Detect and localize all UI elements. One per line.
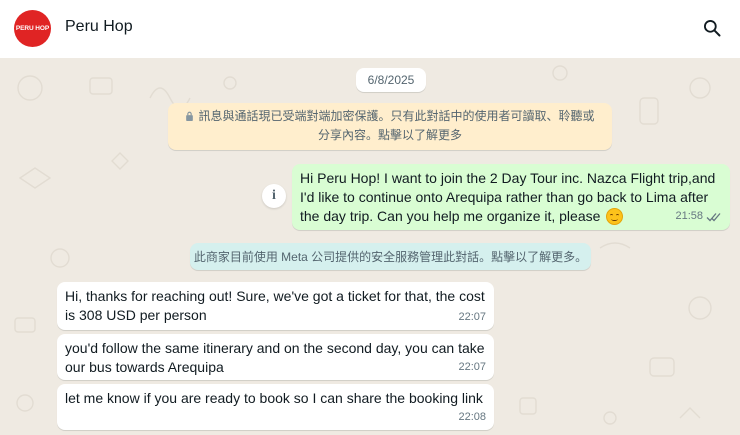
- message-time: 21:58: [675, 210, 703, 222]
- outgoing-message[interactable]: Hi Peru Hop! I want to join the 2 Day To…: [292, 164, 730, 230]
- avatar[interactable]: PERU HOP: [14, 10, 51, 47]
- incoming-message[interactable]: Hi, thanks for reaching out! Sure, we've…: [57, 282, 494, 330]
- lock-icon: [186, 111, 194, 121]
- message-meta: 21:58: [675, 207, 722, 226]
- incoming-message[interactable]: let me know if you are ready to book so …: [57, 384, 494, 430]
- smiling-face-icon: [606, 208, 624, 225]
- outgoing-message-text: Hi Peru Hop! I want to join the 2 Day To…: [300, 170, 716, 224]
- chat-header: PERU HOP Peru Hop: [0, 0, 740, 58]
- message-time: 22:07: [458, 361, 486, 373]
- business-notice[interactable]: 此商家目前使用 Meta 公司提供的安全服務管理此對話。點擊以了解更多。: [190, 243, 591, 270]
- message-time: 22:08: [458, 411, 486, 423]
- search-icon[interactable]: [702, 18, 722, 38]
- contact-name[interactable]: Peru Hop: [65, 18, 133, 36]
- encryption-notice-text: 訊息與通話現已受端對端加密保護。只有此對話中的使用者可讀取、聆聽或分享內容。點擊…: [198, 109, 595, 142]
- incoming-message-text: Hi, thanks for reaching out! Sure, we've…: [65, 288, 485, 323]
- date-separator: 6/8/2025: [356, 68, 426, 92]
- incoming-message-text: you'd follow the same itinerary and on t…: [65, 340, 485, 375]
- incoming-message[interactable]: you'd follow the same itinerary and on t…: [57, 334, 494, 380]
- info-icon[interactable]: i: [262, 184, 286, 208]
- message-time: 22:07: [458, 311, 486, 323]
- encryption-notice[interactable]: 訊息與通話現已受端對端加密保護。只有此對話中的使用者可讀取、聆聽或分享內容。點擊…: [168, 103, 612, 150]
- double-check-icon: [706, 212, 721, 221]
- incoming-message-text: let me know if you are ready to book so …: [65, 390, 483, 406]
